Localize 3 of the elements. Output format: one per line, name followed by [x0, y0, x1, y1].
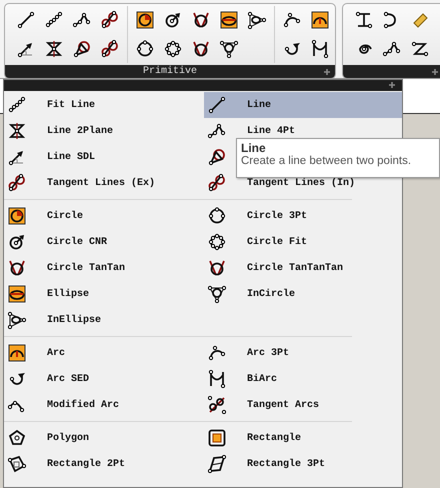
panel-title: Primitive [142, 66, 197, 77]
tooltip-text: Create a line between two points. [241, 155, 412, 167]
tooltip-title: Line [241, 141, 267, 155]
